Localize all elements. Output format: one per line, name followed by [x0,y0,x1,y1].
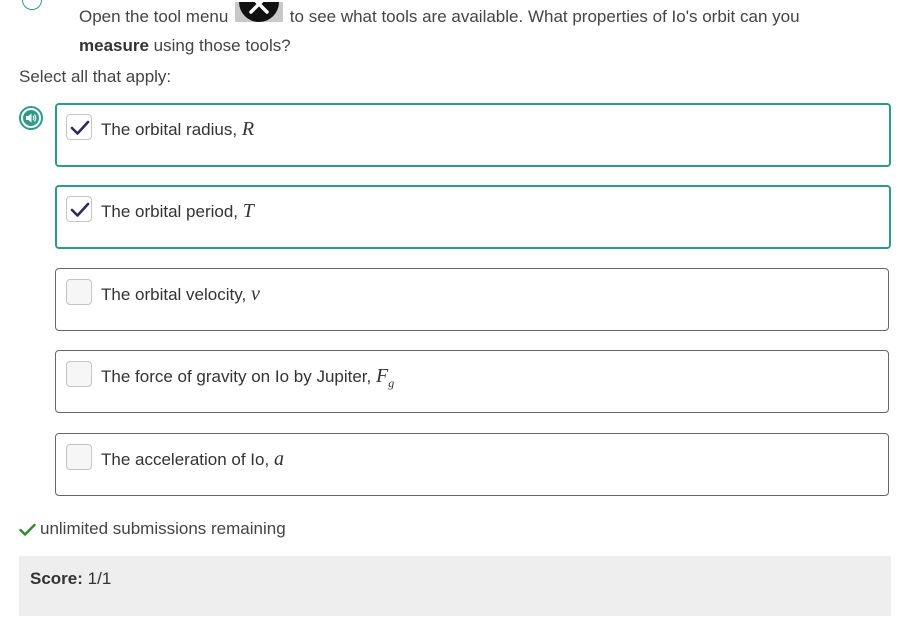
score: Score: 1/1 [30,569,111,589]
submissions-status: unlimited submissions remaining [19,519,286,539]
close-x-icon [249,1,269,14]
option-label: The force of gravity on Io by Jupiter, F… [101,365,395,390]
option-label: The orbital radius, R [101,118,255,140]
option-acceleration[interactable]: The acceleration of Io, a [55,433,889,496]
option-orbital-velocity[interactable]: The orbital velocity, v [55,268,889,331]
speaker-icon [23,110,39,126]
score-panel: Score: 1/1 [19,556,891,616]
partial-circle-decoration [22,0,42,10]
check-icon [70,120,90,135]
select-all-instructions: Select all that apply: [19,67,172,86]
checkbox-unchecked[interactable] [66,279,92,305]
option-label: The orbital period, T [101,200,254,222]
variable-symbol: Fg [375,365,395,390]
question-part3: using those tools? [153,36,291,55]
option-orbital-radius[interactable]: The orbital radius, R [55,103,891,167]
question-text: Open the tool menu to see what tools are… [79,1,879,60]
checkbox-unchecked[interactable] [66,361,92,387]
score-value: 1/1 [87,569,112,588]
question-part2: to see what tools are available. What pr… [289,7,800,26]
option-force-of-gravity[interactable]: The force of gravity on Io by Jupiter, F… [55,350,889,413]
check-icon [70,202,90,217]
checkbox-checked[interactable] [66,114,92,140]
variable-symbol: R [241,118,255,140]
score-label: Score: [30,569,83,588]
variable-symbol: a [273,448,284,470]
option-label: The acceleration of Io, a [101,448,284,470]
variable-symbol: T [242,200,254,222]
checkbox-unchecked[interactable] [66,444,92,470]
question-part1: Open the tool menu [79,7,229,26]
tool-menu-icon[interactable] [235,1,284,22]
question-bold-word: measure [79,36,149,55]
variable-symbol: v [250,283,260,305]
option-label: The orbital velocity, v [101,283,260,305]
checkbox-checked[interactable] [66,196,92,222]
speaker-button[interactable] [19,106,43,130]
submissions-text: unlimited submissions remaining [40,519,286,538]
check-icon [19,523,36,536]
option-orbital-period[interactable]: The orbital period, T [55,185,891,249]
